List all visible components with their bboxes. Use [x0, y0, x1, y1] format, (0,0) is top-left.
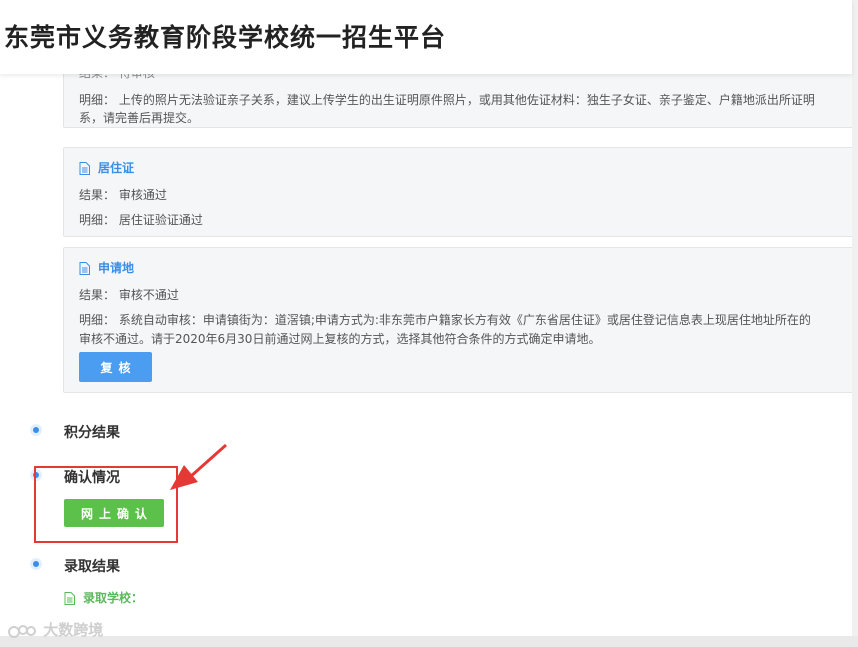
- card-detail-line1: 明细： 上传的照片无法验证亲子关系，建议上传学生的出生证明原件照片，或用其他佐证…: [79, 91, 815, 108]
- card-result-label: 结果：: [79, 288, 116, 302]
- page-scrollbar[interactable]: [852, 0, 858, 647]
- timeline-dot-icon: [30, 558, 42, 570]
- card-detail-line2: 审核不通过。请于2020年6月30日前通过网上复核的方式，选择其他符合条件的方式…: [79, 332, 601, 346]
- card-title-text: 居住证: [98, 161, 135, 175]
- main-content: 结果： 待审核 明细： 上传的照片无法验证亲子关系，建议上传学生的出生证明原件照…: [0, 60, 852, 636]
- document-icon: [79, 162, 90, 175]
- platform-title: 东莞市义务教育阶段学校统一招生平台: [4, 23, 447, 52]
- admission-result-heading: 录取结果: [64, 559, 120, 575]
- card-detail-line1: 明细： 系统自动审核：申请镇街为：道滘镇;申请方式为:非东莞市户籍家长方有效《广…: [79, 313, 811, 327]
- card-detail-text: 上传的照片无法验证亲子关系，建议上传学生的出生证明原件照片，或用其他佐证材料：独…: [118, 93, 815, 107]
- document-icon: [79, 262, 90, 275]
- review-card-residence-permit: 居住证 结果： 审核通过 明细： 居住证验证通过: [63, 147, 852, 237]
- card-detail-label: 明细：: [79, 213, 116, 227]
- score-result-heading: 积分结果: [64, 425, 120, 441]
- card-result-value: 审核不通过: [118, 288, 179, 302]
- highlight-annotation-box: [34, 466, 178, 543]
- bottom-strip: [0, 636, 858, 647]
- admission-school-line: 录取学校：: [64, 589, 143, 606]
- card-result-value: 审核通过: [118, 188, 167, 202]
- card-title-residence: 居住证: [79, 159, 134, 176]
- document-icon: [64, 592, 75, 605]
- card-detail-value: 居住证验证通过: [118, 213, 203, 227]
- card-title-text: 申请地: [98, 261, 135, 275]
- card-result: 结果： 审核通过: [79, 186, 167, 203]
- watermark: 大数跨境: [8, 619, 103, 640]
- card-detail-label: 明细：: [79, 93, 116, 107]
- card-title-application: 申请地: [79, 259, 134, 276]
- card-result-label: 结果：: [79, 188, 116, 202]
- review-card-application-location: 申请地 结果： 审核不通过 明细： 系统自动审核：申请镇街为：道滘镇;申请方式为…: [63, 247, 852, 393]
- admission-school-label: 录取学校：: [83, 591, 144, 605]
- watermark-text: 大数跨境: [43, 621, 104, 639]
- watermark-logo-icon: [8, 624, 36, 638]
- card-result: 结果： 审核不通过: [79, 286, 179, 303]
- review-again-button[interactable]: 复核: [79, 352, 152, 382]
- card-detail: 明细： 居住证验证通过: [79, 211, 203, 228]
- card-detail-line2: 系，请完善后再提交。: [79, 111, 200, 125]
- timeline-dot-icon: [30, 424, 42, 436]
- app-header: 东莞市义务教育阶段学校统一招生平台: [0, 0, 852, 74]
